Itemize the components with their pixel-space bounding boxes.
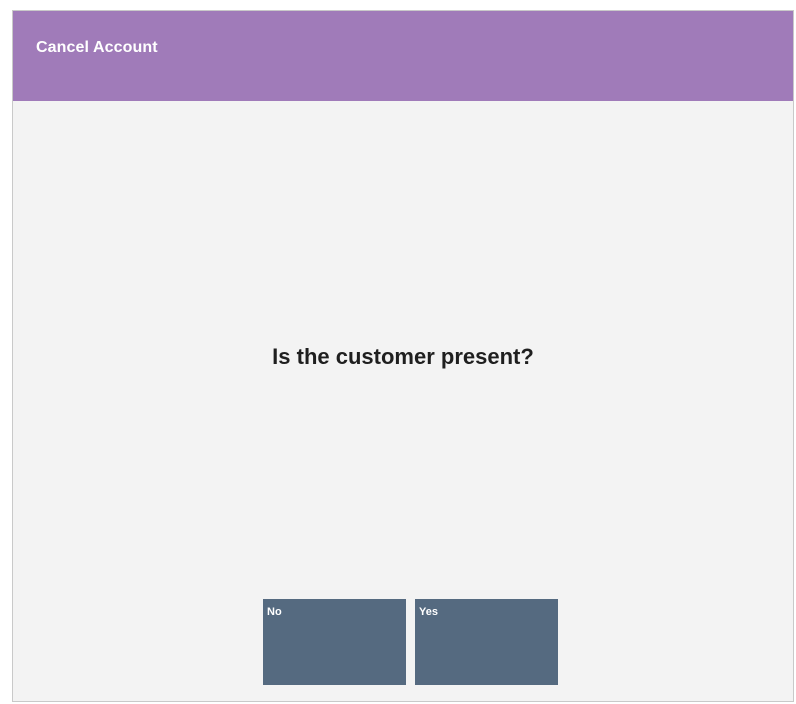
cancel-account-window: Cancel Account Is the customer present? … <box>12 10 794 702</box>
no-button-label: No <box>267 606 282 618</box>
customer-present-prompt: Is the customer present? <box>272 344 534 369</box>
title-bar: Cancel Account <box>13 11 793 101</box>
yes-button-label: Yes <box>419 606 438 618</box>
window-title: Cancel Account <box>36 39 158 56</box>
no-button[interactable]: No <box>263 599 406 685</box>
yes-button[interactable]: Yes <box>415 599 558 685</box>
